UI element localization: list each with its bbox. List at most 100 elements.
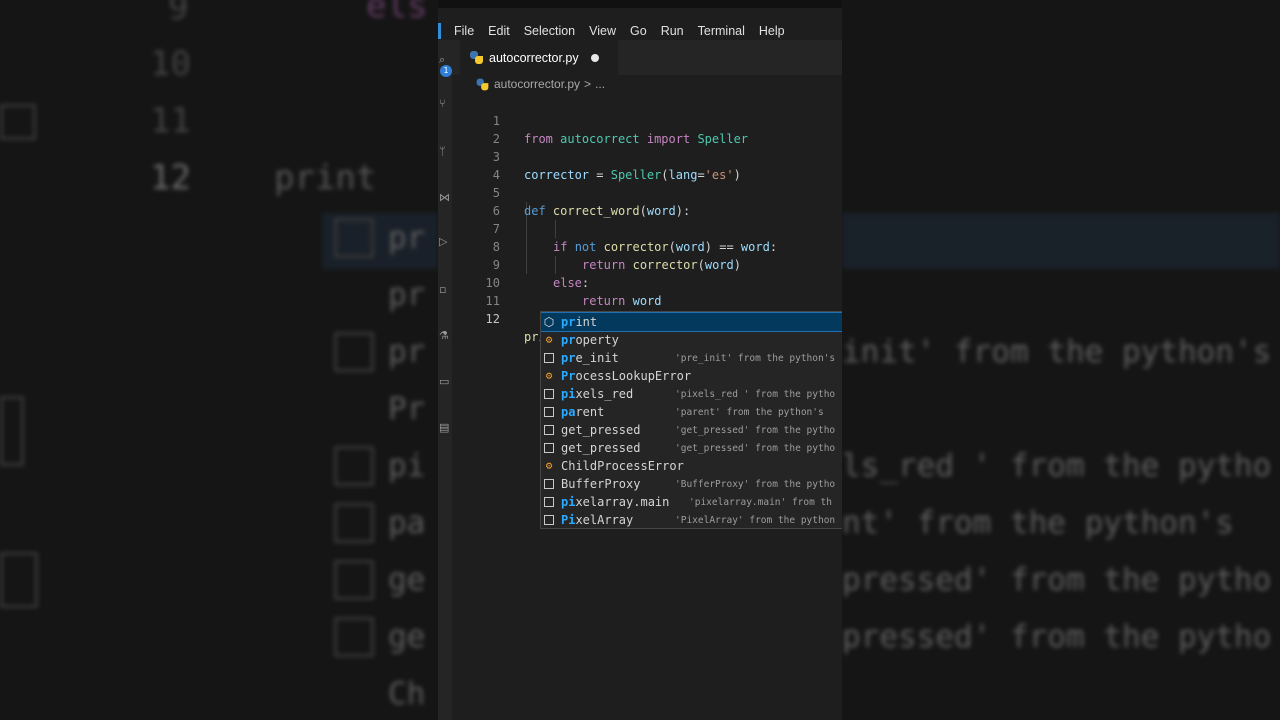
suggest-detail: 'get_pressed' from the pytho bbox=[675, 442, 836, 454]
suggest-item[interactable]: pixels_red 'pixels_red ' from the pytho bbox=[541, 385, 842, 403]
suggest-item[interactable]: get_pressed 'get_pressed' from the pytho bbox=[541, 421, 842, 439]
suggest-item[interactable]: parent 'parent' from the python's bbox=[541, 403, 842, 421]
bg-line-number: 12 bbox=[150, 158, 191, 198]
code-line-current: 12 print bbox=[452, 292, 842, 344]
code-line: 1 from autocorrect import Speller bbox=[452, 94, 842, 146]
bg-code-text: els bbox=[366, 0, 428, 26]
unsaved-dot-icon[interactable] bbox=[590, 53, 599, 62]
suggest-item[interactable]: pixelarray.main 'pixelarray.main' from t… bbox=[541, 493, 842, 511]
bg-line-number: 9 bbox=[168, 0, 189, 28]
breadcrumb-symbol[interactable]: ... bbox=[595, 77, 605, 91]
run-debug-icon[interactable]: ⋈ bbox=[439, 192, 451, 204]
suggest-item[interactable]: get_pressed 'get_pressed' from the pytho bbox=[541, 439, 842, 457]
bg-suggest-text: pa bbox=[388, 505, 426, 541]
menu-bar: File Edit Selection View Go Run Terminal… bbox=[454, 24, 785, 38]
notification-badge: 1 bbox=[440, 65, 452, 77]
breadcrumb: autocorrector.py > ... bbox=[476, 77, 605, 91]
menu-help[interactable]: Help bbox=[759, 24, 785, 38]
suggest-widget: ⬡ print ⚙ property pre_init 'pre_init' f… bbox=[540, 311, 842, 529]
bg-line-number: 11 bbox=[150, 101, 191, 141]
suggest-item[interactable]: ⚙ ProcessLookupError bbox=[541, 367, 842, 385]
suggest-label: xelarray.main bbox=[575, 495, 670, 509]
tab-bar: autocorrector.py bbox=[452, 40, 842, 75]
bg-suggest-text: pr bbox=[388, 220, 426, 256]
suggest-label: e_init bbox=[575, 351, 619, 365]
suggest-match: get_pr bbox=[561, 423, 605, 437]
suggest-item[interactable]: ⚙ property bbox=[541, 331, 842, 349]
source-control-icon[interactable]: ⑂ bbox=[439, 98, 451, 110]
bg-detail-text: nt' from the python's bbox=[842, 505, 1234, 541]
suggest-label: xelArray bbox=[575, 513, 634, 527]
bg-code-text: print bbox=[274, 158, 377, 198]
code-line: 10 return word bbox=[452, 256, 842, 308]
activity-bar: ⌕ 1 ⑂ ᛘ ⋈ ▷ ▫ ⚗ ▭ ▤ bbox=[438, 40, 452, 720]
text-box-icon bbox=[543, 478, 555, 490]
suggest-label: operty bbox=[575, 333, 619, 347]
menu-selection[interactable]: Selection bbox=[524, 24, 575, 38]
menu-edit[interactable]: Edit bbox=[488, 24, 510, 38]
suggest-item[interactable]: ⚙ ChildProcessError bbox=[541, 457, 842, 475]
bg-detail-text: init' from the python's bbox=[842, 334, 1272, 370]
bg-box-icon bbox=[334, 446, 374, 486]
bg-suggest-text: pr bbox=[388, 334, 426, 370]
bg-activity-icon bbox=[0, 104, 36, 140]
suggest-label: xels_red bbox=[575, 387, 634, 401]
class-icon: ⚙ bbox=[545, 333, 553, 346]
bg-cube-icon bbox=[334, 218, 374, 258]
text-box-icon bbox=[543, 388, 555, 400]
bg-suggest-text: pr bbox=[388, 277, 426, 313]
remote-icon[interactable]: ▭ bbox=[439, 376, 451, 388]
menu-view[interactable]: View bbox=[589, 24, 616, 38]
suggest-label: int bbox=[575, 315, 598, 329]
suggest-label: ocessError bbox=[611, 459, 684, 473]
bg-selection-right bbox=[842, 213, 1280, 269]
title-bar: File Edit Selection View Go Run Terminal… bbox=[438, 8, 842, 40]
suggest-item[interactable]: PixelArray 'PixelArray' from the python bbox=[541, 511, 842, 528]
menu-terminal[interactable]: Terminal bbox=[698, 24, 745, 38]
line-number: 12 bbox=[485, 312, 500, 326]
code-line: 2 bbox=[452, 112, 842, 146]
menu-run[interactable]: Run bbox=[661, 24, 684, 38]
text-box-icon bbox=[543, 424, 555, 436]
suggest-label: ocessLookupError bbox=[575, 369, 692, 383]
text-box-icon bbox=[543, 406, 555, 418]
code-line: 6 bbox=[452, 184, 842, 218]
text-box-icon bbox=[543, 496, 555, 508]
breadcrumb-file[interactable]: autocorrector.py bbox=[494, 77, 580, 91]
extensions-icon[interactable]: ▫ bbox=[439, 284, 451, 296]
menu-file[interactable]: File bbox=[454, 24, 474, 38]
class-icon: ⚙ bbox=[545, 369, 553, 382]
suggest-match: pi bbox=[561, 495, 576, 509]
tab-autocorrector[interactable]: autocorrector.py bbox=[460, 40, 618, 75]
suggest-detail: 'pixelarray.main' from th bbox=[689, 496, 832, 508]
suggest-label: essed bbox=[604, 441, 641, 455]
suggest-match: pr bbox=[561, 315, 576, 329]
code-line: 11 bbox=[452, 274, 842, 308]
method-cube-icon: ⬡ bbox=[543, 315, 555, 329]
run-icon[interactable]: ▷ bbox=[439, 236, 451, 248]
menu-go[interactable]: Go bbox=[630, 24, 647, 38]
bg-activity-icon bbox=[0, 552, 38, 608]
bg-detail-text: ls_red ' from the pytho bbox=[842, 448, 1272, 484]
code-line: 4 bbox=[452, 148, 842, 182]
suggest-match: pr bbox=[561, 333, 576, 347]
bg-activity-icon bbox=[0, 396, 24, 466]
code-line: 7 if not corrector(word) == word: bbox=[452, 202, 842, 254]
suggest-item[interactable]: pre_init 'pre_init' from the python's bbox=[541, 349, 842, 367]
suggest-item[interactable]: BufferProxy 'BufferProxy' from the pytho bbox=[541, 475, 842, 493]
suggest-detail: 'pixels_red ' from the pytho bbox=[675, 388, 836, 400]
top-strip bbox=[438, 0, 842, 8]
branch-icon[interactable]: ᛘ bbox=[439, 146, 451, 158]
suggest-match: pa bbox=[561, 405, 576, 419]
suggest-match: ChildPr bbox=[561, 459, 612, 473]
flask-icon[interactable]: ⚗ bbox=[439, 330, 451, 342]
suggest-item[interactable]: ⬡ print bbox=[541, 312, 842, 332]
python-file-icon bbox=[470, 51, 483, 64]
bg-suggest-text: ge bbox=[388, 562, 426, 598]
python-file-icon bbox=[476, 78, 489, 90]
window-icon[interactable]: ▤ bbox=[439, 422, 451, 434]
class-icon: ⚙ bbox=[545, 459, 553, 472]
suggest-detail: 'BufferProxy' from the pytho bbox=[675, 478, 836, 490]
suggest-detail: 'get_pressed' from the pytho bbox=[675, 424, 836, 436]
suggest-detail: 'parent' from the python's bbox=[675, 406, 824, 418]
